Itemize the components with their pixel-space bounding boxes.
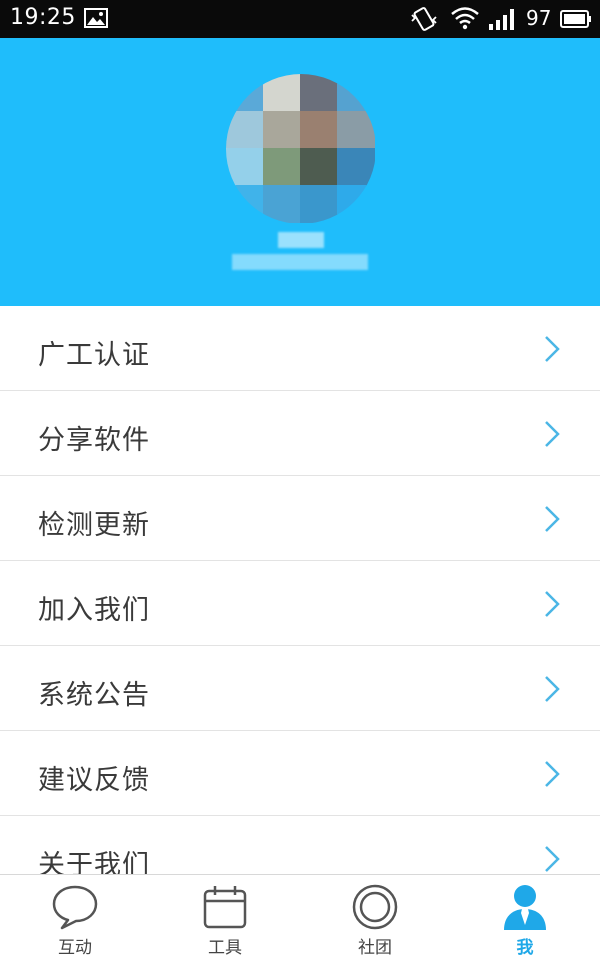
ring-icon: [352, 884, 398, 930]
menu-item-label: 系统公告: [38, 680, 150, 711]
tab-label: 我: [516, 938, 534, 958]
battery-level: 97: [526, 6, 552, 30]
signal-icon: [489, 9, 514, 30]
tab-interaction[interactable]: 互动: [0, 875, 150, 960]
menu-item-gdut-auth[interactable]: 广工认证: [0, 306, 600, 391]
tab-tools[interactable]: 工具: [150, 875, 300, 960]
calendar-icon: [203, 886, 247, 929]
status-time: 19:25: [10, 5, 76, 30]
battery-icon: [560, 10, 591, 28]
chevron-right-icon: [545, 591, 560, 617]
menu-item-label: 建议反馈: [38, 765, 150, 796]
chevron-right-icon: [545, 421, 560, 447]
menu-item-label: 检测更新: [38, 510, 150, 541]
tab-clubs[interactable]: 社团: [300, 875, 450, 960]
person-icon: [504, 885, 546, 930]
tab-me[interactable]: 我: [450, 875, 600, 960]
chevron-right-icon: [545, 846, 560, 872]
menu-item-check-update[interactable]: 检测更新: [0, 476, 600, 561]
menu-item-join-us[interactable]: 加入我们: [0, 561, 600, 646]
profile-header: [0, 38, 600, 306]
menu-item-announcements[interactable]: 系统公告: [0, 646, 600, 731]
bottom-nav: 互动 工具 社团 我: [0, 874, 600, 960]
chevron-right-icon: [545, 336, 560, 362]
chat-bubble-icon: [52, 885, 98, 930]
menu-item-about-us[interactable]: 关于我们: [0, 816, 600, 874]
username-pixelated: [278, 232, 324, 248]
vibrate-icon: [411, 7, 437, 31]
menu-item-label: 分享软件: [38, 425, 150, 456]
menu-item-label: 广工认证: [38, 340, 150, 371]
tab-label: 互动: [58, 938, 92, 958]
settings-menu: 广工认证 分享软件 检测更新 加入我们 系统公告 建议反馈 关于我们: [0, 306, 600, 874]
tab-label: 工具: [208, 938, 242, 958]
menu-item-feedback[interactable]: 建议反馈: [0, 731, 600, 816]
user-id-pixelated: [232, 254, 368, 270]
menu-item-label: 关于我们: [38, 850, 150, 874]
chevron-right-icon: [545, 761, 560, 787]
chevron-right-icon: [545, 506, 560, 532]
status-bar: 19:25 97: [0, 0, 600, 38]
image-icon: [84, 8, 108, 28]
menu-item-share-app[interactable]: 分享软件: [0, 391, 600, 476]
menu-item-label: 加入我们: [38, 595, 150, 626]
wifi-icon: [451, 7, 479, 30]
tab-label: 社团: [358, 938, 392, 958]
avatar[interactable]: [226, 74, 376, 224]
chevron-right-icon: [545, 676, 560, 702]
